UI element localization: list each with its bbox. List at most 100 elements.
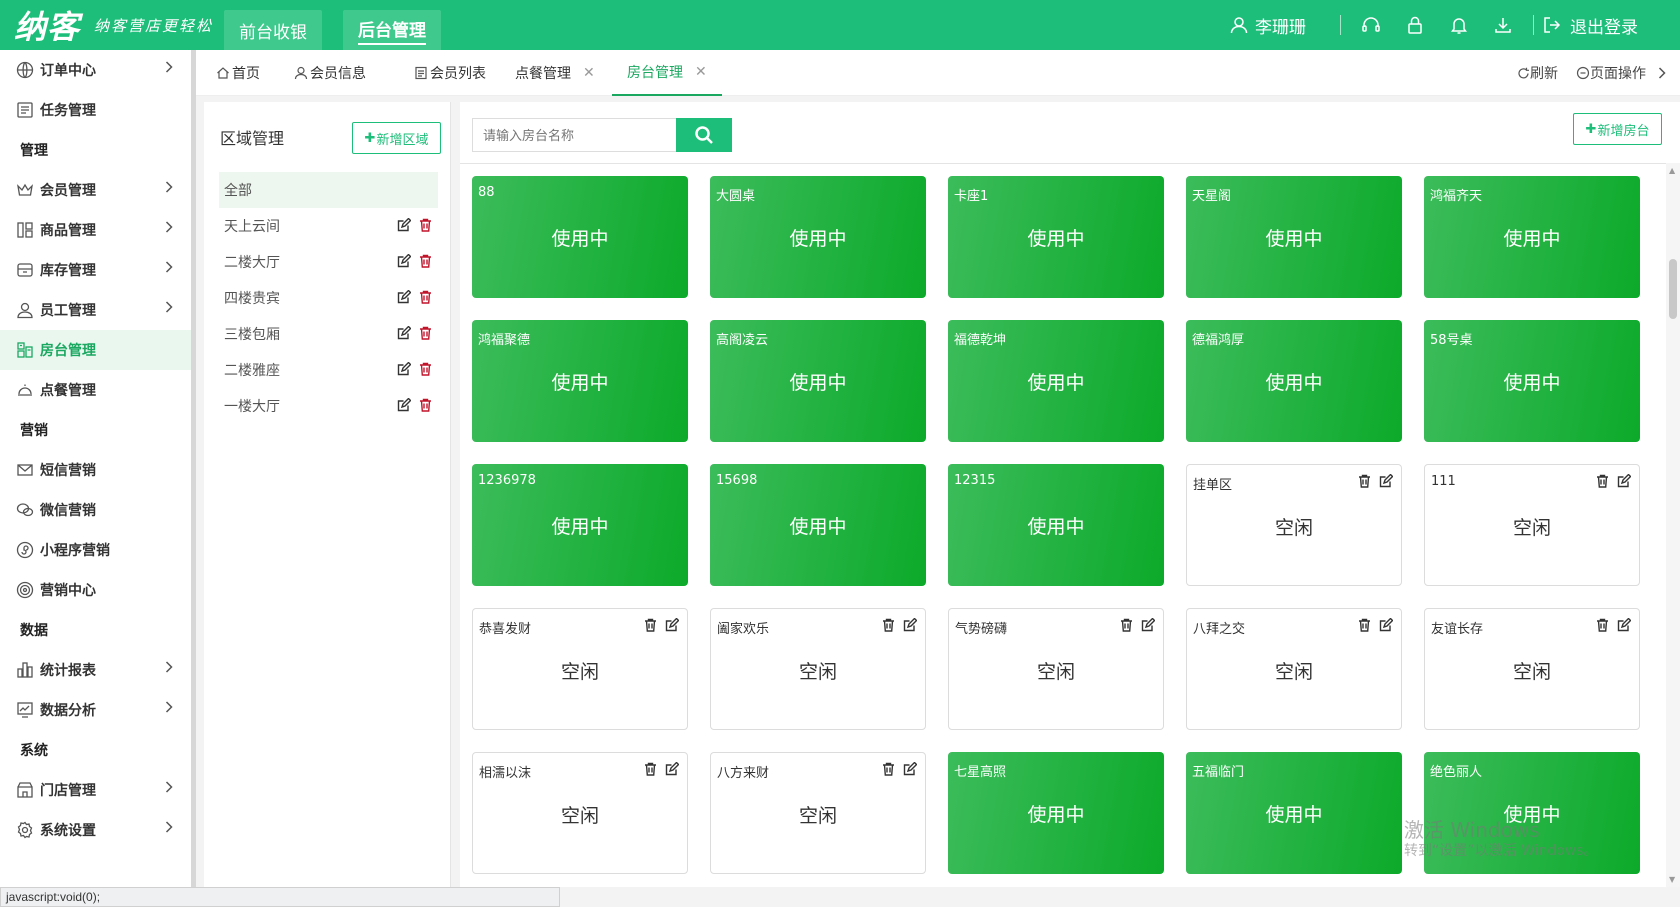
edit-icon[interactable] <box>397 290 411 304</box>
sidebar-item[interactable]: 员工管理 <box>0 290 191 330</box>
room-card[interactable]: 五福临门 使用中 <box>1186 752 1402 874</box>
room-card[interactable]: 鸿福齐天 使用中 <box>1424 176 1640 298</box>
bell-icon[interactable] <box>1448 14 1470 36</box>
edit-icon[interactable] <box>665 762 679 776</box>
sidebar-item[interactable]: 小程序营销 <box>0 530 191 570</box>
edit-icon[interactable] <box>1141 618 1155 632</box>
room-card[interactable]: 挂单区 空闲 <box>1186 464 1402 586</box>
edit-icon[interactable] <box>665 618 679 632</box>
edit-icon[interactable] <box>1379 618 1393 632</box>
sidebar-item[interactable]: 微信营销 <box>0 490 191 530</box>
scroll-down-icon[interactable]: ▼ <box>1669 875 1675 884</box>
edit-icon[interactable] <box>903 762 917 776</box>
room-card[interactable]: 气势磅礴 空闲 <box>948 608 1164 730</box>
trash-icon[interactable] <box>419 398 432 412</box>
room-card[interactable]: 111 空闲 <box>1424 464 1640 586</box>
trash-icon[interactable] <box>1596 618 1609 632</box>
trash-icon[interactable] <box>419 254 432 268</box>
scrollbar[interactable]: ▲ ▼ <box>1666 163 1680 887</box>
close-icon[interactable]: ✕ <box>695 64 707 80</box>
edit-icon[interactable] <box>1617 474 1631 488</box>
room-card[interactable]: 12315 使用中 <box>948 464 1164 586</box>
module-tab-backend[interactable]: 后台管理 <box>343 10 441 50</box>
room-card[interactable]: 15698 使用中 <box>710 464 926 586</box>
room-card[interactable]: 恭喜发财 空闲 <box>472 608 688 730</box>
area-item[interactable]: 四楼贵宾 <box>219 280 438 316</box>
add-area-button[interactable]: ✚ 新增区域 <box>352 122 441 154</box>
trash-icon[interactable] <box>882 762 895 776</box>
area-item[interactable]: 三楼包厢 <box>219 316 438 352</box>
edit-icon[interactable] <box>397 362 411 376</box>
room-card[interactable]: 相濡以沫 空闲 <box>472 752 688 874</box>
scroll-up-icon[interactable]: ▲ <box>1669 166 1675 175</box>
room-card[interactable]: 八方来财 空闲 <box>710 752 926 874</box>
room-card[interactable]: 福德乾坤 使用中 <box>948 320 1164 442</box>
search-button[interactable] <box>676 118 732 152</box>
room-card[interactable]: 88 使用中 <box>472 176 688 298</box>
room-card[interactable]: 天星阁 使用中 <box>1186 176 1402 298</box>
headset-icon[interactable] <box>1360 14 1382 36</box>
edit-icon[interactable] <box>397 326 411 340</box>
tab-order-manage[interactable]: 点餐管理 ✕ <box>515 50 595 96</box>
edit-icon[interactable] <box>1379 474 1393 488</box>
sidebar-item[interactable]: 房台管理 <box>0 330 191 370</box>
room-card[interactable]: 友谊长存 空闲 <box>1424 608 1640 730</box>
trash-icon[interactable] <box>1358 618 1371 632</box>
trash-icon[interactable] <box>419 326 432 340</box>
area-item[interactable]: 天上云间 <box>219 208 438 244</box>
sidebar-item[interactable]: 库存管理 <box>0 250 191 290</box>
page-ops-button[interactable]: 页面操作 <box>1576 63 1646 83</box>
lock-icon[interactable] <box>1404 14 1426 36</box>
edit-icon[interactable] <box>397 254 411 268</box>
user-menu[interactable]: 李珊珊 <box>1229 13 1306 38</box>
sidebar-item[interactable]: 短信营销 <box>0 450 191 490</box>
area-item[interactable]: 一楼大厅 <box>219 388 438 424</box>
trash-icon[interactable] <box>644 762 657 776</box>
trash-icon[interactable] <box>419 290 432 304</box>
download-icon[interactable] <box>1492 14 1514 36</box>
room-card[interactable]: 卡座1 使用中 <box>948 176 1164 298</box>
room-card[interactable]: 八拜之交 空闲 <box>1186 608 1402 730</box>
room-card[interactable]: 阖家欢乐 空闲 <box>710 608 926 730</box>
room-card[interactable]: 1236978 使用中 <box>472 464 688 586</box>
edit-icon[interactable] <box>397 218 411 232</box>
module-tab-frontdesk[interactable]: 前台收银 <box>224 10 322 50</box>
sidebar-item[interactable]: 点餐管理 <box>0 370 191 410</box>
sidebar-item[interactable]: 营销中心 <box>0 570 191 610</box>
room-card[interactable]: 七星高照 使用中 <box>948 752 1164 874</box>
edit-icon[interactable] <box>397 398 411 412</box>
room-card[interactable]: 大圆桌 使用中 <box>710 176 926 298</box>
add-room-button[interactable]: ✚ 新增房台 <box>1573 113 1662 145</box>
scroll-thumb[interactable] <box>1669 259 1677 319</box>
sidebar-item[interactable]: 商品管理 <box>0 210 191 250</box>
sidebar-item[interactable]: 订单中心 <box>0 50 191 90</box>
tab-room-manage[interactable]: 房台管理 ✕ <box>612 50 722 96</box>
tab-home[interactable]: 首页 <box>216 50 260 96</box>
trash-icon[interactable] <box>1120 618 1133 632</box>
tab-member-info[interactable]: 会员信息 <box>294 50 366 96</box>
edit-icon[interactable] <box>1617 618 1631 632</box>
room-card[interactable]: 58号桌 使用中 <box>1424 320 1640 442</box>
sidebar-item[interactable]: 系统设置 <box>0 810 191 850</box>
trash-icon[interactable] <box>419 362 432 376</box>
sidebar-item[interactable]: 门店管理 <box>0 770 191 810</box>
search-input[interactable] <box>472 118 676 152</box>
room-card[interactable]: 鸿福聚德 使用中 <box>472 320 688 442</box>
chevron-right-icon[interactable] <box>1658 67 1666 79</box>
trash-icon[interactable] <box>644 618 657 632</box>
room-card[interactable]: 绝色丽人 使用中 <box>1424 752 1640 874</box>
trash-icon[interactable] <box>419 218 432 232</box>
sidebar-item[interactable]: 任务管理 <box>0 90 191 130</box>
sidebar-item[interactable]: 会员管理 <box>0 170 191 210</box>
room-card[interactable]: 德福鸿厚 使用中 <box>1186 320 1402 442</box>
close-icon[interactable]: ✕ <box>583 65 595 81</box>
trash-icon[interactable] <box>1358 474 1371 488</box>
logout-button[interactable]: 退出登录 <box>1542 13 1638 38</box>
area-item[interactable]: 二楼大厅 <box>219 244 438 280</box>
trash-icon[interactable] <box>882 618 895 632</box>
tab-member-list[interactable]: 会员列表 <box>414 50 486 96</box>
edit-icon[interactable] <box>903 618 917 632</box>
area-item[interactable]: 全部 <box>219 172 438 208</box>
area-item[interactable]: 二楼雅座 <box>219 352 438 388</box>
sidebar-item[interactable]: 数据分析 <box>0 690 191 730</box>
